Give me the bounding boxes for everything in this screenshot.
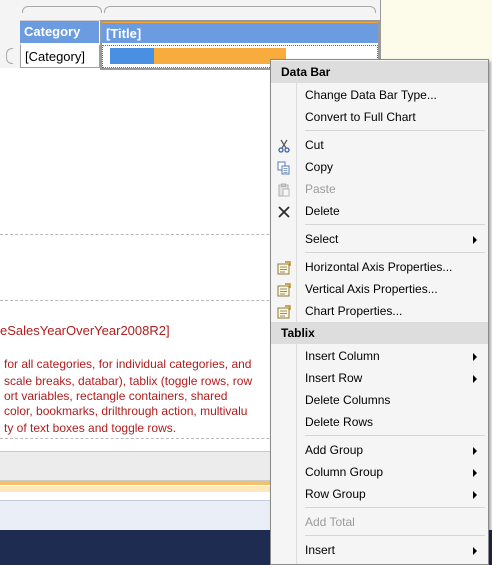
dataset-name-text[interactable]: eSalesYearOverYear2008R2] [0,323,170,338]
menu-section-databar: Data Bar [271,61,488,83]
copy-icon [277,160,291,175]
menu-item-label: Copy [305,160,334,174]
menu-item-label: Column Group [305,465,384,479]
menu-item-insert-row[interactable]: Insert Row [271,367,488,389]
menu-item-label: Select [305,232,339,246]
description-line[interactable]: ty of text boxes and toggle rows. [4,421,176,435]
menu-item-insert[interactable]: Insert [271,539,488,561]
menu-separator [305,130,485,131]
menu-item-delete-rows[interactable]: Delete Rows [271,411,488,433]
description-line[interactable]: color, bookmarks, drilthrough action, mu… [4,404,247,418]
menu-item-row-group[interactable]: Row Group [271,483,488,505]
column-handle-title[interactable] [104,6,376,13]
menu-item-paste[interactable]: Paste [271,178,488,200]
menu-item-label: Insert Row [305,371,363,385]
menu-item-label: Delete Columns [305,393,391,407]
menu-item-label: Vertical Axis Properties... [305,282,438,296]
properties-icon [277,260,291,275]
row-group-bracket[interactable] [6,48,13,64]
submenu-arrow-icon [473,547,477,555]
menu-separator [305,435,485,436]
menu-item-convert-full-chart[interactable]: Convert to Full Chart [271,106,488,128]
menu-item-label: Insert Column [305,349,380,363]
menu-separator [305,252,485,253]
menu-item-cut[interactable]: Cut [271,134,488,156]
scissors-icon [277,138,291,153]
menu-item-add-group[interactable]: Add Group [271,439,488,461]
description-line[interactable]: ort variables, rectangle containers, sha… [4,389,227,403]
menu-item-label: Change Data Bar Type... [305,88,437,102]
menu-item-vertical-axis-properties[interactable]: Vertical Axis Properties... [271,278,488,300]
menu-item-label: Paste [305,182,336,196]
submenu-arrow-icon [473,447,477,455]
menu-item-label: Cut [305,138,324,152]
submenu-arrow-icon [473,375,477,383]
menu-item-delete[interactable]: Delete [271,200,488,222]
menu-item-chart-properties[interactable]: Chart Properties... [271,300,488,322]
delete-x-icon [277,204,291,218]
properties-icon [277,282,291,297]
menu-item-horizontal-axis-properties[interactable]: Horizontal Axis Properties... [271,256,488,278]
description-line[interactable]: scale breaks, databar), tablix (toggle r… [4,374,252,388]
menu-item-label: Insert [305,543,336,557]
submenu-arrow-icon [473,236,477,244]
menu-item-column-group[interactable]: Column Group [271,461,488,483]
menu-item-change-databar-type[interactable]: Change Data Bar Type... [271,84,488,106]
menu-item-label: Delete [305,204,340,218]
submenu-arrow-icon [473,469,477,477]
menu-item-label: Row Group [305,487,366,501]
description-line[interactable]: for all categories, for individual categ… [4,357,251,371]
report-body-edge [380,0,381,60]
properties-icon [277,304,291,319]
menu-item-copy[interactable]: Copy [271,156,488,178]
menu-item-label: Add Total [305,515,355,529]
menu-item-label: Convert to Full Chart [305,110,416,124]
menu-item-delete-columns[interactable]: Delete Columns [271,389,488,411]
column-handle-category[interactable] [22,6,102,13]
detail-cell-category[interactable]: [Category] [20,45,100,68]
submenu-arrow-icon [473,491,477,499]
paste-icon [277,182,291,197]
menu-item-insert-column[interactable]: Insert Column [271,345,488,367]
menu-item-add-total[interactable]: Add Total [271,511,488,533]
menu-separator [305,224,485,225]
header-cell-category[interactable]: Category [20,21,100,43]
submenu-arrow-icon [473,353,477,361]
menu-separator [305,507,485,508]
menu-separator [305,535,485,536]
menu-item-label: Horizontal Axis Properties... [305,260,453,274]
report-body-area [380,0,492,60]
menu-section-tablix: Tablix [271,322,488,344]
menu-item-label: Delete Rows [305,415,374,429]
menu-item-label: Chart Properties... [305,304,403,318]
menu-item-label: Add Group [305,443,364,457]
menu-item-select[interactable]: Select [271,228,488,250]
